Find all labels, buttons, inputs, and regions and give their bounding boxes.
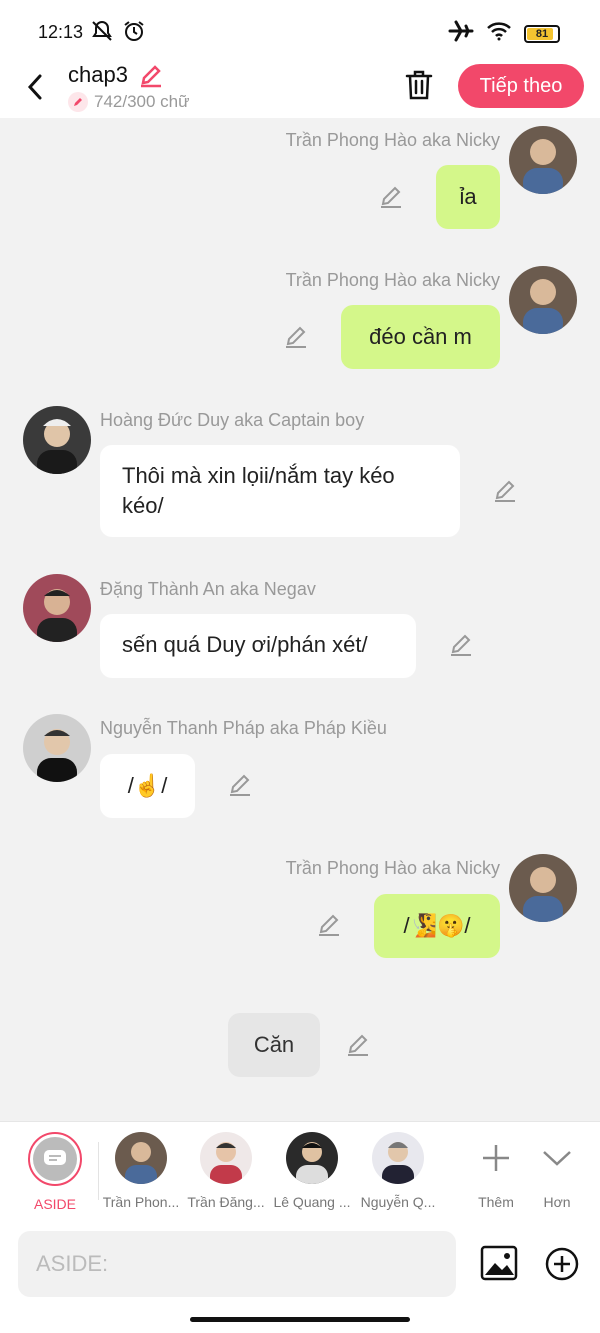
avatar[interactable] bbox=[23, 714, 91, 782]
mute-icon bbox=[90, 20, 114, 47]
status-time: 12:13 bbox=[38, 22, 84, 42]
avatar bbox=[372, 1132, 424, 1184]
home-indicator[interactable] bbox=[190, 1317, 410, 1322]
message-bubble[interactable]: ỉa bbox=[436, 165, 500, 229]
character-item[interactable]: Nguyễn Q... bbox=[356, 1132, 440, 1210]
avatar[interactable] bbox=[509, 854, 577, 922]
avatar bbox=[286, 1132, 338, 1184]
character-label: Trần Đăng... bbox=[187, 1194, 265, 1210]
alarm-icon bbox=[122, 20, 146, 47]
trash-icon bbox=[405, 70, 433, 100]
message-input[interactable] bbox=[18, 1231, 456, 1297]
character-item[interactable]: Trần Phon... bbox=[99, 1132, 183, 1210]
avatar bbox=[200, 1132, 252, 1184]
expand-button[interactable]: Hơn bbox=[520, 1132, 594, 1210]
pencil-icon bbox=[68, 92, 88, 112]
sender-name: Trần Phong Hào aka Nicky bbox=[285, 270, 500, 290]
page-title[interactable]: chap3 bbox=[68, 62, 128, 88]
airplane-icon bbox=[448, 20, 474, 47]
message-bubble[interactable]: /🧏🤫/ bbox=[374, 894, 500, 958]
message-bubble[interactable]: /☝️/ bbox=[100, 754, 195, 818]
sender-name: Trần Phong Hào aka Nicky bbox=[285, 130, 500, 150]
aside-bubble[interactable]: Căn bbox=[228, 1013, 320, 1077]
avatar[interactable] bbox=[23, 406, 91, 474]
character-label: Lê Quang ... bbox=[273, 1194, 351, 1210]
back-button[interactable] bbox=[20, 70, 50, 104]
battery-icon: 81 bbox=[524, 24, 560, 43]
sender-name: Hoàng Đức Duy aka Captain boy bbox=[100, 410, 365, 430]
character-label: Trần Phon... bbox=[102, 1194, 180, 1210]
input-bar bbox=[0, 1221, 600, 1333]
character-selector: ASIDE Trần Phon... Trần Đăng... Lê Quang… bbox=[0, 1121, 600, 1221]
edit-message-icon[interactable] bbox=[448, 632, 474, 658]
status-bar: 12:13 81 bbox=[0, 0, 600, 62]
aside-label: ASIDE bbox=[33, 1196, 76, 1212]
edit-message-icon[interactable] bbox=[378, 184, 404, 210]
chevron-down-icon bbox=[520, 1132, 594, 1184]
word-count: 742/300 chữ bbox=[68, 92, 190, 112]
edit-message-icon[interactable] bbox=[492, 478, 518, 504]
sender-name: Đặng Thành An aka Negav bbox=[100, 579, 316, 599]
edit-title-icon[interactable] bbox=[138, 62, 164, 93]
chat-bubble-icon bbox=[33, 1137, 77, 1181]
edit-message-icon[interactable] bbox=[227, 772, 253, 798]
message-bubble[interactable]: Thôi mà xin lọii/nắm tay kéo kéo/ bbox=[100, 445, 460, 537]
image-button[interactable] bbox=[480, 1245, 518, 1281]
character-item[interactable]: Lê Quang ... bbox=[270, 1132, 354, 1210]
aside-selector[interactable]: ASIDE bbox=[13, 1132, 97, 1212]
character-item[interactable]: Trần Đăng... bbox=[184, 1132, 268, 1210]
avatar[interactable] bbox=[23, 574, 91, 642]
edit-message-icon[interactable] bbox=[316, 912, 342, 938]
sender-name: Trần Phong Hào aka Nicky bbox=[285, 858, 500, 878]
avatar[interactable] bbox=[509, 266, 577, 334]
add-button[interactable] bbox=[545, 1247, 579, 1281]
header: chap3 742/300 chữ Tiếp theo bbox=[0, 62, 600, 118]
sender-name: Nguyễn Thanh Pháp aka Pháp Kiều bbox=[100, 718, 387, 738]
wifi-icon bbox=[486, 21, 512, 46]
delete-button[interactable] bbox=[404, 68, 436, 104]
expand-label: Hơn bbox=[543, 1194, 571, 1210]
edit-message-icon[interactable] bbox=[345, 1032, 371, 1058]
image-icon bbox=[480, 1245, 518, 1281]
character-label: Nguyễn Q... bbox=[360, 1194, 436, 1210]
avatar[interactable] bbox=[509, 126, 577, 194]
plus-circle-icon bbox=[545, 1247, 579, 1281]
message-bubble[interactable]: đéo cần m bbox=[341, 305, 500, 369]
message-bubble[interactable]: sến quá Duy ơi/phán xét/ bbox=[100, 614, 416, 678]
avatar bbox=[115, 1132, 167, 1184]
edit-message-icon[interactable] bbox=[283, 324, 309, 350]
chat-area[interactable]: Trần Phong Hào aka Nicky ỉa Trần Phong H… bbox=[0, 118, 600, 1120]
next-button[interactable]: Tiếp theo bbox=[458, 64, 584, 108]
word-count-text: 742/300 chữ bbox=[94, 92, 190, 111]
chevron-left-icon bbox=[27, 74, 42, 100]
